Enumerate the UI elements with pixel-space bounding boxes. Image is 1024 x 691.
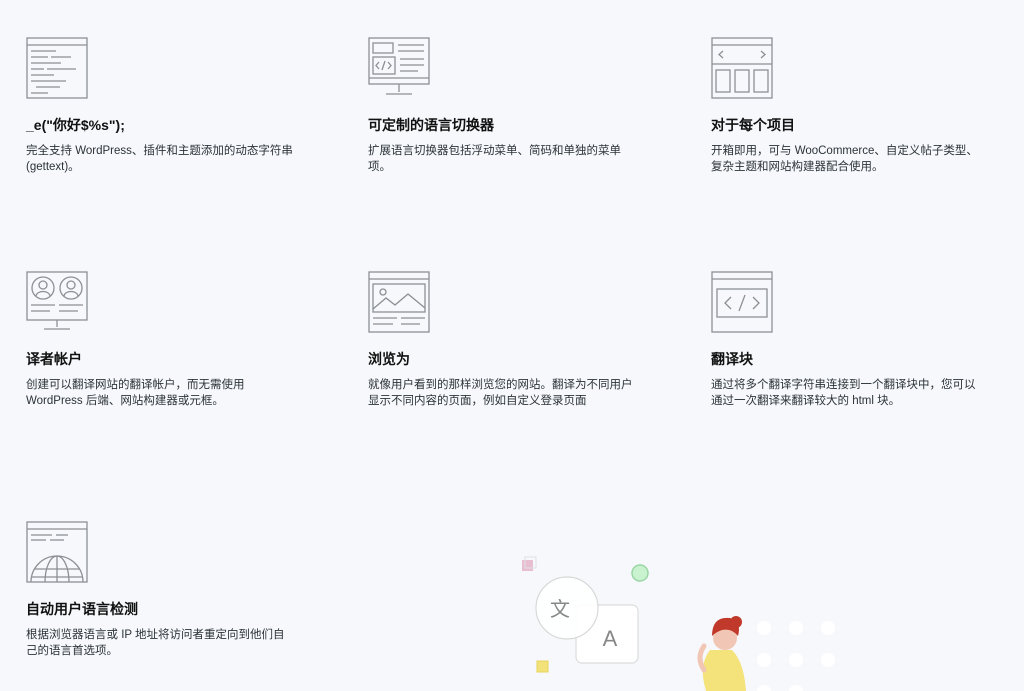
feature-translator-accounts: 译者帐户 创建可以翻译网站的翻译帐户，而无需使用 WordPress 后端、网站… (26, 271, 296, 409)
feature-title: 浏览为 (368, 351, 410, 367)
feature-description: 开箱即用，可与 WooCommerce、自定义帖子类型、复杂主题和网站构建器配合… (711, 145, 978, 173)
feature-gettext: _e("你好$%s"); 完全支持 WordPress、插件和主题添加的动态字符… (26, 37, 296, 175)
feature-description: 就像用户看到的那样浏览您的网站。翻译为不同用户显示不同内容的页面，例如自定义登录… (368, 379, 633, 407)
browser-code-icon (711, 271, 773, 333)
feature-every-item: 对于每个项目 开箱即用，可与 WooCommerce、自定义帖子类型、复杂主题和… (711, 37, 981, 175)
code-document-icon (26, 37, 88, 99)
yellow-square-shape (536, 660, 549, 673)
bubble-right-glyph: A (603, 626, 618, 651)
feature-description: 完全支持 WordPress、插件和主题添加的动态字符串 (gettext)。 (26, 145, 293, 173)
feature-title: 自动用户语言检测 (26, 601, 138, 617)
translation-illustration: A 文 (500, 550, 860, 691)
translation-illustration-art: A 文 (522, 556, 835, 691)
feature-switcher: 可定制的语言切换器 扩展语言切换器包括浮动菜单、简码和单独的菜单项。 (368, 37, 638, 175)
feature-description: 根据浏览器语言或 IP 地址将访问者重定向到他们自己的语言首选项。 (26, 629, 285, 657)
feature-description: 扩展语言切换器包括浮动菜单、简码和单独的菜单项。 (368, 145, 621, 173)
monitor-code-icon (368, 37, 430, 95)
feature-description: 通过将多个翻译字符串连接到一个翻译块中，您可以通过一次翻译来翻译较大的 html… (711, 379, 976, 407)
browser-image-icon (368, 271, 430, 333)
feature-title: 翻译块 (711, 351, 753, 367)
feature-auto-detect: 自动用户语言检测 根据浏览器语言或 IP 地址将访问者重定向到他们自己的语言首选… (26, 521, 296, 659)
bubble-left-glyph: 文 (550, 597, 570, 621)
browser-globe-icon (26, 521, 88, 583)
feature-translation-blocks: 翻译块 通过将多个翻译字符串连接到一个翻译块中，您可以通过一次翻译来翻译较大的 … (711, 271, 981, 409)
feature-title: 译者帐户 (26, 351, 82, 367)
browser-carousel-icon (711, 37, 773, 99)
feature-description: 创建可以翻译网站的翻译帐户，而无需使用 WordPress 后端、网站构建器或元… (26, 379, 245, 407)
green-circle-shape (631, 564, 649, 582)
monitor-users-icon (26, 271, 88, 330)
feature-title: _e("你好$%s"); (26, 117, 125, 133)
feature-title: 对于每个项目 (711, 117, 795, 133)
feature-browse-as: 浏览为 就像用户看到的那样浏览您的网站。翻译为不同用户显示不同内容的页面，例如自… (368, 271, 638, 409)
dot-grid-shape (757, 621, 835, 691)
pink-square-shape (522, 560, 533, 571)
woman-figure-shape (697, 616, 746, 691)
feature-title: 可定制的语言切换器 (368, 117, 494, 133)
